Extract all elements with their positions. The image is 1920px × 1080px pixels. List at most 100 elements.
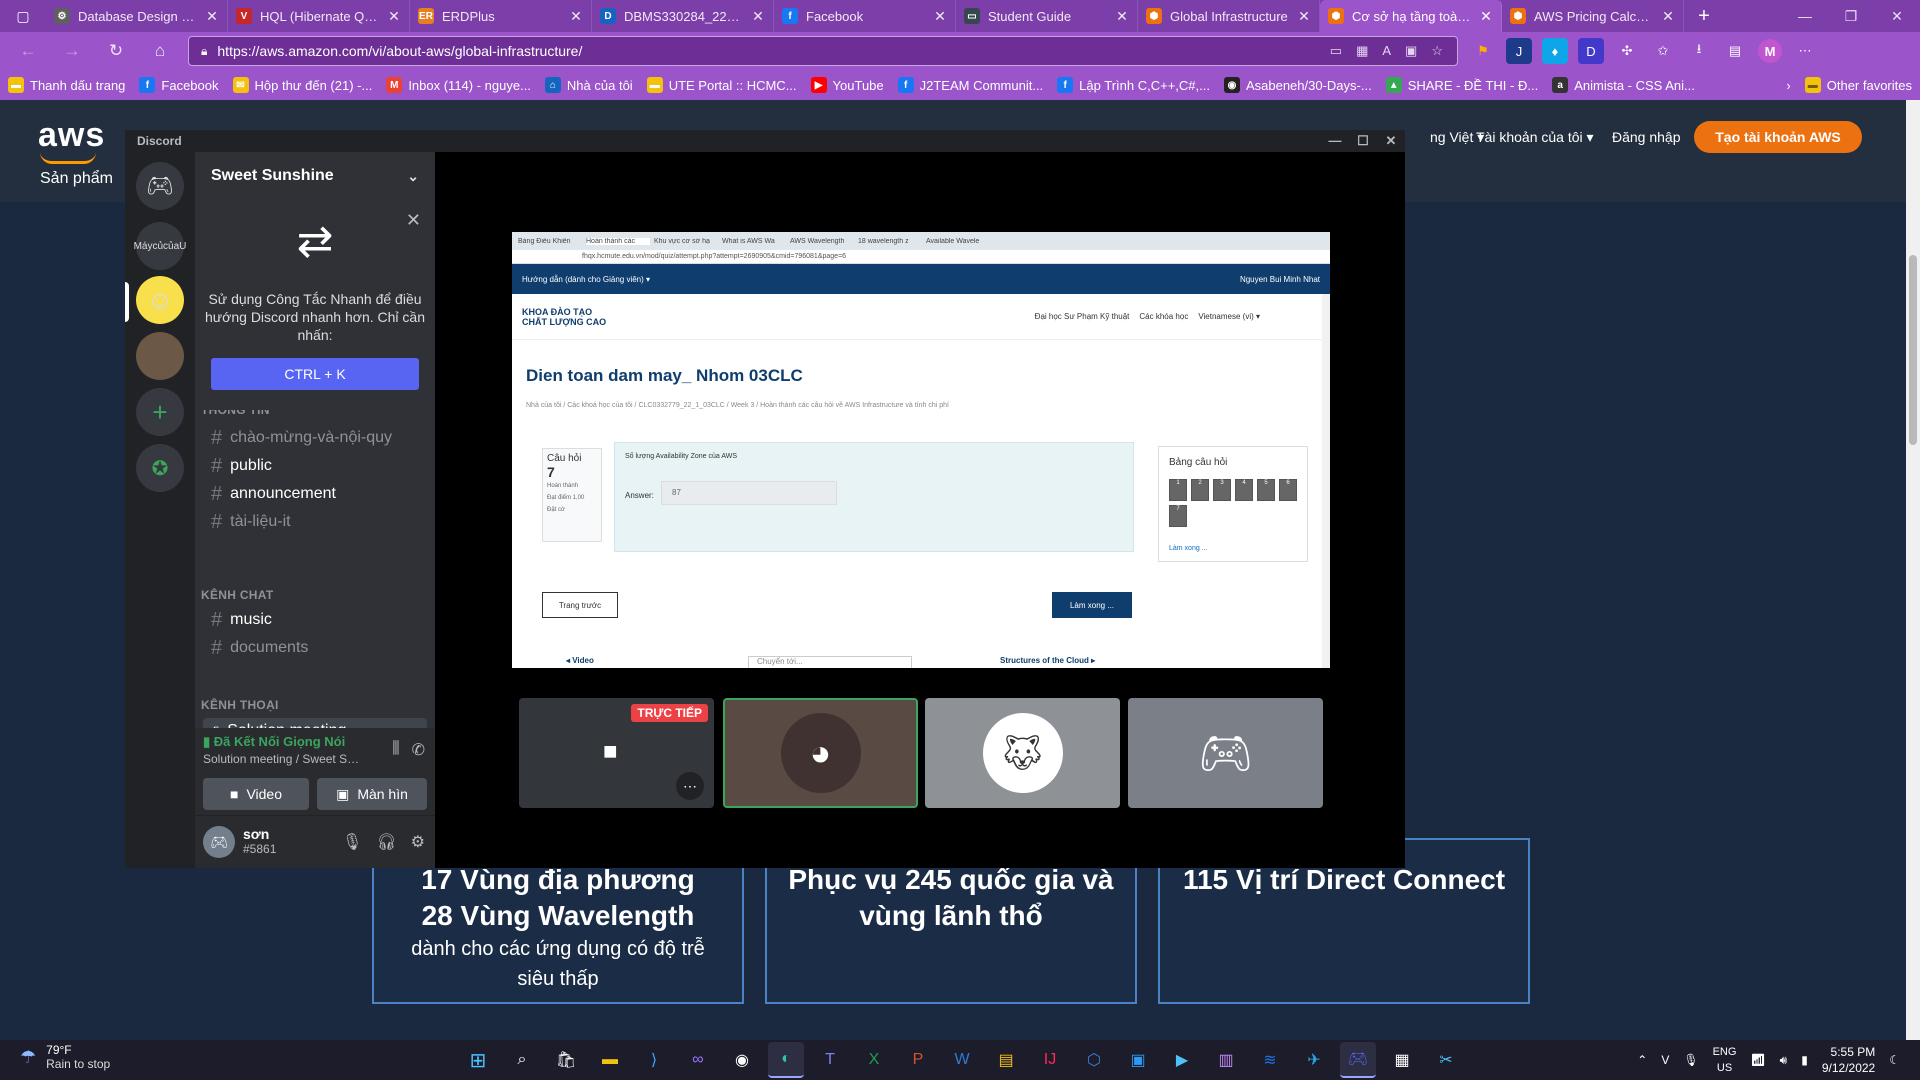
back-button[interactable]: ← [10, 32, 46, 70]
other-favorites-folder[interactable]: ▬ Other favorites [1804, 77, 1912, 93]
bookmark-item[interactable]: ▶ YouTube [810, 77, 884, 93]
server-header[interactable]: Sweet Sunshine ⌄ [195, 152, 435, 200]
tab-close-icon[interactable]: ✕ [387, 8, 401, 25]
extension-d-icon[interactable]: D [1578, 38, 1604, 64]
create-account-button[interactable]: Tạo tài khoản AWS [1694, 121, 1862, 153]
teams-icon[interactable]: T [812, 1042, 848, 1078]
microphone-tray-icon[interactable]: 🎙︎ [1683, 1053, 1698, 1067]
tab-close-icon[interactable]: ✕ [1115, 8, 1129, 25]
battery-icon[interactable]: ▮ [1801, 1053, 1808, 1067]
maximize-icon[interactable]: ❐ [1828, 0, 1874, 32]
calculator-icon[interactable]: ▦ [1384, 1042, 1420, 1078]
participant-tile-discord[interactable]: 🎮︎ [1128, 698, 1323, 808]
noise-suppression-icon[interactable]: ⫼ [392, 740, 399, 760]
browser-tab[interactable]: ⚙ Database Design of O ✕ [46, 0, 228, 32]
tab-close-icon[interactable]: ✕ [569, 8, 583, 25]
settings-menu-icon[interactable]: ⋯ [1792, 38, 1818, 64]
discord-taskbar-icon[interactable]: 🎮︎ [1340, 1042, 1376, 1078]
login-link[interactable]: Đăng nhập [1612, 129, 1681, 145]
shared-screen[interactable]: Bảng Điều Khiển Hoàn thành các Khu vực cơ … [512, 232, 1330, 668]
video-button[interactable]: ■ Video [203, 778, 309, 810]
scrollbar-thumb[interactable] [1909, 255, 1917, 445]
notification-icon[interactable]: ☾ [1889, 1053, 1900, 1067]
intellij-icon[interactable]: IJ [1032, 1042, 1068, 1078]
bookmark-item[interactable]: f Facebook [139, 77, 219, 93]
immersive-reader-icon[interactable]: ▣ [1405, 43, 1417, 59]
guild-sweet-sunshine[interactable]: ☺ [136, 276, 184, 324]
downloads-icon[interactable]: ⭳ [1686, 38, 1712, 64]
home-button[interactable]: ⌂ [142, 32, 178, 70]
excel-icon[interactable]: X [856, 1042, 892, 1078]
bookmark-item[interactable]: a Animista - CSS Ani... [1552, 77, 1695, 93]
extension-drop-icon[interactable]: ♦ [1542, 38, 1568, 64]
store-icon[interactable]: 🛍︎ [548, 1042, 584, 1078]
wireshark-icon[interactable]: ≋ [1252, 1042, 1288, 1078]
bookmark-item[interactable]: ◉ Asabeneh/30-Days-... [1223, 77, 1372, 93]
word-icon[interactable]: W [944, 1042, 980, 1078]
input-language[interactable]: ENG US [1713, 1044, 1737, 1076]
new-tab-button[interactable]: + [1684, 0, 1724, 32]
discord-home-icon[interactable]: 🎮︎ [136, 162, 184, 210]
read-aloud-icon[interactable]: A [1382, 43, 1391, 59]
volume-icon[interactable]: 🔊︎ [1780, 1053, 1788, 1068]
browser-tab[interactable]: ⬢ AWS Pricing Calculato ✕ [1502, 0, 1684, 32]
tab-close-icon[interactable]: ✕ [205, 8, 219, 25]
bookmark-item[interactable]: ▲ SHARE - ĐỀ THI - Đ... [1385, 77, 1538, 93]
browser-tab[interactable]: D DBMS330284_22_1_02 ✕ [592, 0, 774, 32]
reading-view-icon[interactable]: ▭ [1330, 43, 1342, 59]
start-icon[interactable]: ⊞ [460, 1042, 496, 1078]
aws-logo[interactable]: aws [38, 116, 105, 155]
disconnect-icon[interactable]: ✆ [412, 740, 425, 760]
explore-servers-icon[interactable]: ✪ [136, 444, 184, 492]
extension-flag-icon[interactable]: ⚑ [1470, 38, 1496, 64]
telegram-icon[interactable]: ✈ [1296, 1042, 1332, 1078]
account-menu[interactable]: Tài khoản của tôi ▾ [1476, 129, 1594, 146]
quick-switcher-button[interactable]: CTRL + K [211, 358, 419, 390]
close-icon[interactable]: ✕ [406, 210, 421, 231]
collections-icon[interactable]: ▤ [1722, 38, 1748, 64]
sticky-notes-icon[interactable]: ▤ [988, 1042, 1024, 1078]
edge-icon[interactable]: ◐ [768, 1042, 804, 1078]
avatar[interactable]: 🎮︎ [203, 826, 235, 858]
tab-close-icon[interactable]: ✕ [1661, 8, 1675, 25]
guild-avatar[interactable] [136, 332, 184, 380]
tab-actions-button[interactable]: ▢ [0, 0, 46, 32]
tab-close-icon[interactable]: ✕ [751, 8, 765, 25]
category-info[interactable]: THÔNG TIN [201, 410, 270, 418]
app-frame-icon[interactable]: ▣ [1120, 1042, 1156, 1078]
bookmark-item[interactable]: f Lập Trình C,C++,C#,... [1057, 77, 1210, 93]
more-bookmarks-icon[interactable]: › [1786, 78, 1790, 93]
guild-folder[interactable]: MáycủcủaU [134, 222, 186, 270]
category-voice[interactable]: KÊNH THOẠI [201, 698, 279, 712]
page-scrollbar[interactable] [1906, 100, 1920, 1040]
powerpoint-icon[interactable]: P [900, 1042, 936, 1078]
browser-tab[interactable]: f Facebook ✕ [774, 0, 956, 32]
participant-tile-dog[interactable]: 🐺︎ [925, 698, 1120, 808]
weather-widget[interactable]: ☂ 79°F Rain to stop [20, 1043, 110, 1071]
search-icon[interactable]: ⌕ [504, 1042, 540, 1078]
bookmark-item[interactable]: ⌂ Nhà của tôi [544, 77, 633, 93]
url-input[interactable]: 🔒︎ https://aws.amazon.com/vi/about-aws/g… [188, 36, 1458, 66]
browser-tab[interactable]: ▭ Student Guide ✕ [956, 0, 1138, 32]
favorite-star-icon[interactable]: ☆ [1431, 43, 1443, 59]
text-channel[interactable]: # documents [203, 632, 427, 664]
wifi-icon[interactable]: 📶︎ [1750, 1053, 1765, 1067]
voice-location[interactable]: Solution meeting / Sweet Su... [203, 752, 363, 766]
participant-tile-speaking[interactable]: ◕ [723, 698, 918, 808]
headphones-icon[interactable]: 🎧︎ [376, 832, 396, 852]
add-server-icon[interactable]: + [136, 388, 184, 436]
chevron-up-icon[interactable]: ⌃ [1637, 1053, 1647, 1067]
products-menu[interactable]: Sản phẩm [40, 170, 113, 188]
bookmark-item[interactable]: f J2TEAM Communit... [897, 77, 1043, 93]
profile-avatar[interactable]: M [1758, 39, 1782, 63]
extensions-icon[interactable]: ✣ [1614, 38, 1640, 64]
tab-close-icon[interactable]: ✕ [933, 8, 947, 25]
browser-tab[interactable]: V HQL (Hibernate Query ✕ [228, 0, 410, 32]
minimize-icon[interactable]: — [1782, 0, 1828, 32]
discord-close-icon[interactable]: ✕ [1377, 130, 1405, 152]
vscode-icon[interactable]: ⟩ [636, 1042, 672, 1078]
tab-close-icon[interactable]: ✕ [1479, 8, 1493, 25]
file-explorer-icon[interactable]: ▬ [592, 1042, 628, 1078]
microphone-icon[interactable]: 🎙︎ [342, 832, 362, 852]
remote-desktop-icon[interactable]: ▶ [1164, 1042, 1200, 1078]
